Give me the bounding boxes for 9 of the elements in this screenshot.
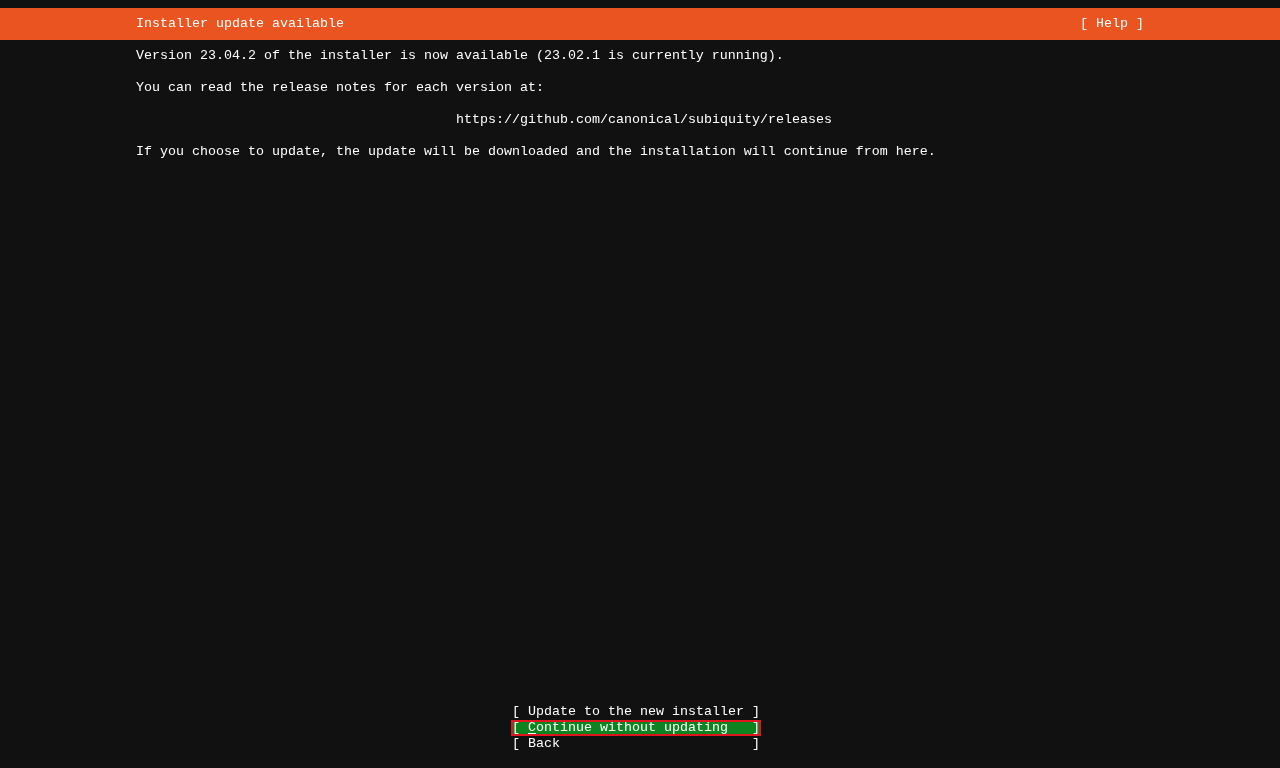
header-title: Installer update available [136, 16, 344, 32]
release-notes-link[interactable]: https://github.com/canonical/subiquity/releases [456, 112, 832, 128]
message-text: You can read the release notes for each version at: [136, 80, 544, 96]
help-button[interactable]: [ Help ] [1080, 16, 1144, 32]
message-text: Version 23.04.2 of the installer is now available (23.02.1 is currently running). [136, 48, 784, 64]
message-text: If you choose to update, the update will be downloaded and the installation will continue from here. [136, 144, 936, 160]
menu-button[interactable]: [ Update to the new installer ] [512, 704, 760, 720]
cursor-icon [528, 733, 536, 735]
menu-button[interactable]: [ Back ] [512, 736, 760, 752]
